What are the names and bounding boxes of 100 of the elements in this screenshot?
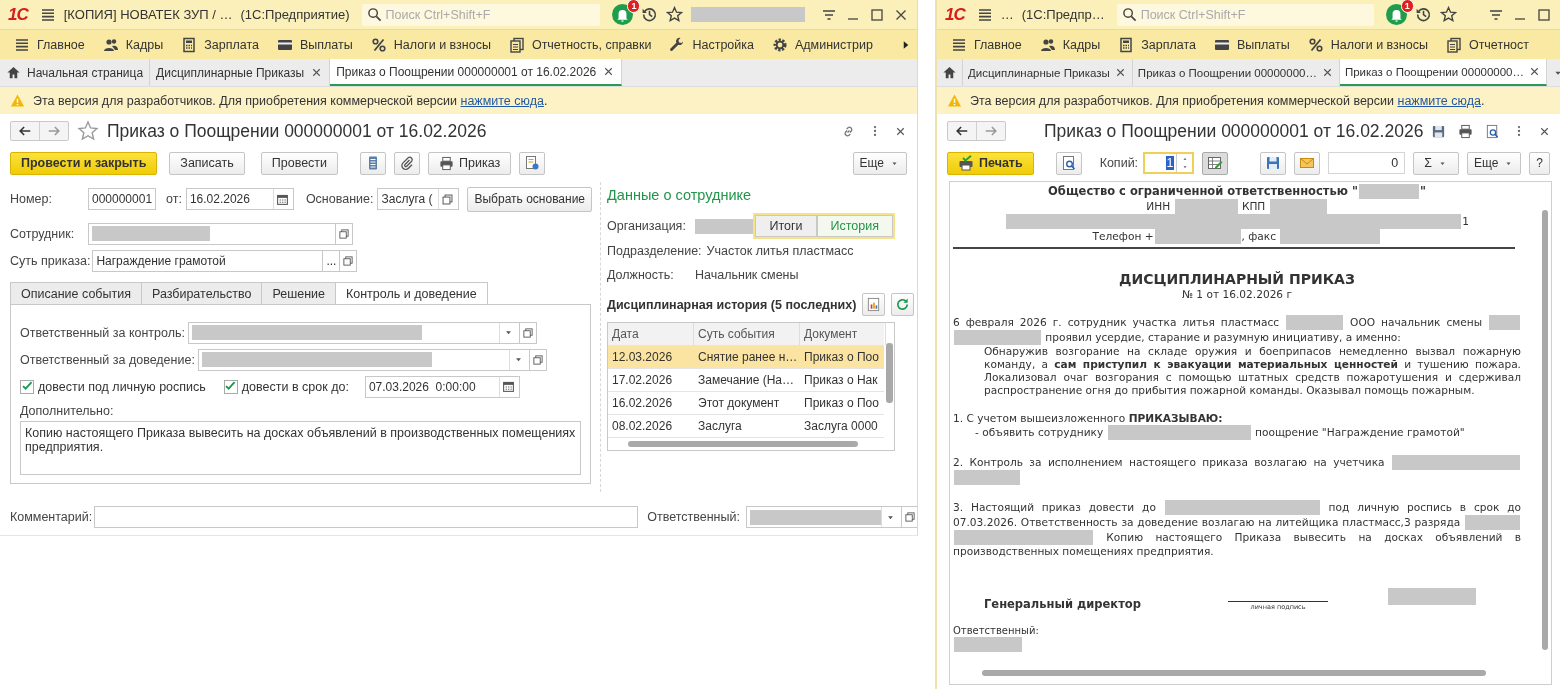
section-item[interactable]: Кадры bbox=[102, 36, 164, 53]
table-row[interactable]: 12.03.2026 Снятие ранее н… Приказ о Поо bbox=[608, 346, 884, 369]
document-title: ДИСЦИПЛИНАРНЫЙ ПРИКАЗ bbox=[1118, 271, 1356, 287]
deliverer-field[interactable] bbox=[197, 348, 530, 371]
icon-button[interactable] bbox=[1055, 151, 1082, 175]
preview-icon[interactable] bbox=[1485, 123, 1501, 139]
section-item[interactable]: Отчетност bbox=[1445, 36, 1529, 53]
home-icon bbox=[942, 65, 957, 80]
toolbar-button[interactable]: Провести bbox=[260, 151, 339, 175]
responsible-field[interactable] bbox=[745, 506, 902, 528]
section-item[interactable]: Главное bbox=[14, 36, 85, 53]
chart-button[interactable] bbox=[862, 293, 886, 316]
section-item[interactable]: Выплаты bbox=[1213, 36, 1290, 53]
choose-basis-button[interactable]: Выбрать основание bbox=[467, 186, 593, 212]
star-icon[interactable] bbox=[666, 6, 684, 23]
close-icon[interactable] bbox=[1528, 65, 1541, 78]
field-value: Начальник смены bbox=[695, 268, 799, 282]
printer-icon bbox=[439, 155, 455, 171]
edit-toggle-button[interactable] bbox=[1202, 151, 1229, 175]
form-tab[interactable]: Контроль и доведение bbox=[334, 282, 488, 305]
icon-button[interactable] bbox=[394, 151, 421, 175]
open-icon bbox=[522, 326, 534, 339]
section-item[interactable]: Зарплата bbox=[1118, 36, 1196, 53]
scrollbar[interactable] bbox=[1542, 210, 1548, 650]
tab[interactable]: Приказ о Поощрении 00000000… bbox=[1339, 59, 1547, 86]
document-text: Ответственный: bbox=[953, 625, 1040, 637]
star-icon[interactable] bbox=[77, 120, 99, 142]
table-row[interactable]: 08.02.2026 Заслуга Заслуга 0000 bbox=[608, 415, 884, 438]
checkbox[interactable]: довести в срок до: bbox=[223, 379, 349, 394]
open-button[interactable] bbox=[340, 249, 358, 272]
open-button[interactable] bbox=[336, 222, 353, 245]
section-item[interactable]: Главное bbox=[951, 36, 1022, 53]
table-row[interactable]: 16.02.2026 Этот документ Приказ о Поо bbox=[608, 392, 884, 415]
bell-icon[interactable] bbox=[1385, 4, 1407, 25]
copies-field[interactable]: 1 bbox=[1143, 152, 1195, 174]
tab[interactable]: Приказ о Поощрении 00000000… bbox=[1132, 59, 1340, 86]
essence-field[interactable]: Награждение грамотой bbox=[92, 249, 324, 272]
buy-link[interactable]: нажмите сюда bbox=[460, 93, 544, 108]
more-button[interactable]: Еще bbox=[852, 151, 907, 175]
basis-field[interactable]: Заслуга ( bbox=[377, 188, 460, 210]
print-button[interactable]: Приказ bbox=[428, 151, 512, 175]
icon-button[interactable] bbox=[1260, 151, 1287, 175]
section-item[interactable]: Зарплата bbox=[181, 36, 259, 53]
form-tab[interactable]: Описание события bbox=[10, 282, 141, 305]
form-tab[interactable]: Решение bbox=[261, 282, 335, 305]
view-toggle[interactable]: Итоги bbox=[755, 215, 817, 237]
select-button[interactable]: ... bbox=[323, 249, 341, 272]
calendar-icon[interactable] bbox=[501, 380, 515, 393]
help-button[interactable]: ? bbox=[1529, 151, 1550, 175]
star-icon[interactable] bbox=[1439, 6, 1457, 23]
section-item[interactable]: Налоги и взносы bbox=[1307, 36, 1428, 53]
icon-button[interactable] bbox=[360, 151, 387, 175]
tab[interactable]: Дисциплинарные Приказы bbox=[963, 59, 1133, 86]
scrollbar[interactable] bbox=[628, 441, 858, 447]
buy-link[interactable]: нажмите сюда bbox=[1397, 93, 1481, 108]
history-icon[interactable] bbox=[1414, 6, 1432, 23]
primary-button[interactable]: Провести и закрыть bbox=[10, 151, 158, 175]
field-label: Комментарий: bbox=[10, 510, 94, 524]
controller-field[interactable] bbox=[188, 321, 520, 344]
date-field[interactable]: 16.02.2026 bbox=[185, 188, 294, 210]
open-icon[interactable] bbox=[441, 192, 455, 206]
printer-icon[interactable] bbox=[1458, 123, 1474, 139]
scrollbar[interactable] bbox=[886, 343, 893, 403]
open-button[interactable] bbox=[520, 321, 537, 344]
section-item[interactable]: Налоги и взносы bbox=[370, 36, 491, 53]
calendar-icon[interactable] bbox=[275, 192, 289, 206]
refresh-button[interactable] bbox=[891, 293, 915, 316]
document-text: Обнаружив возгорание на складе оружия и боеприпасов немедленно вызвал пожарную команду, а сам приступил к эвакуации материальных ценностей и тушению пожара. Локализовал очаг возгорания с помощью штатных средств пожаротушения и сдерживал распространение огня до прибытия пожарной команды. Оказывал помощь пожарным. bbox=[983, 345, 1521, 397]
history-icon[interactable] bbox=[641, 6, 659, 23]
form-tab[interactable]: Разбирательство bbox=[140, 282, 262, 305]
sum-field: 0 bbox=[1328, 152, 1406, 174]
notes-field[interactable]: Копию настоящего Приказа вывесить на досках объявлений в производственных помещениях предприятия. bbox=[20, 421, 581, 475]
save-icon[interactable] bbox=[1431, 123, 1447, 139]
sum-menu-button[interactable]: Σ bbox=[1413, 151, 1459, 175]
menu-icon[interactable] bbox=[976, 6, 993, 23]
menu-icon[interactable] bbox=[39, 6, 56, 23]
table-cell-text: Замечание (На… bbox=[697, 372, 796, 389]
section-item[interactable]: Администрир bbox=[772, 36, 873, 53]
number-field[interactable]: 000000001 bbox=[88, 188, 156, 210]
table-row[interactable]: 17.02.2026 Замечание (На… Приказ о Нак bbox=[608, 369, 884, 392]
maximize-icon[interactable] bbox=[1536, 6, 1552, 23]
view-toggle[interactable]: История bbox=[816, 215, 893, 237]
deadline-field[interactable]: 07.03.2026 0:00:00 bbox=[364, 375, 520, 398]
tab[interactable]: Приказ о Поощрении 000000001 от 16.02.2026 bbox=[330, 59, 623, 86]
scrollbar[interactable] bbox=[982, 670, 1486, 676]
more-button[interactable]: Еще bbox=[1466, 151, 1522, 175]
tab[interactable]: Начальная страница bbox=[0, 59, 151, 86]
checkbox[interactable]: довести под личную роспись bbox=[20, 379, 206, 394]
toolbar-button[interactable]: Записать bbox=[169, 151, 245, 175]
maximize-icon[interactable] bbox=[869, 6, 885, 23]
section-item[interactable]: Выплаты bbox=[276, 36, 353, 53]
icon-button[interactable] bbox=[519, 151, 546, 175]
comment-field[interactable] bbox=[94, 506, 639, 528]
section-item[interactable]: Отчетность, справки bbox=[508, 36, 652, 53]
search-icon bbox=[366, 7, 382, 22]
primary-button[interactable]: Печать bbox=[947, 151, 1034, 175]
section-item[interactable]: Настройка bbox=[669, 36, 754, 53]
section-item[interactable]: Кадры bbox=[1039, 36, 1101, 53]
bell-icon[interactable] bbox=[612, 4, 634, 25]
employee-field[interactable] bbox=[88, 222, 336, 245]
